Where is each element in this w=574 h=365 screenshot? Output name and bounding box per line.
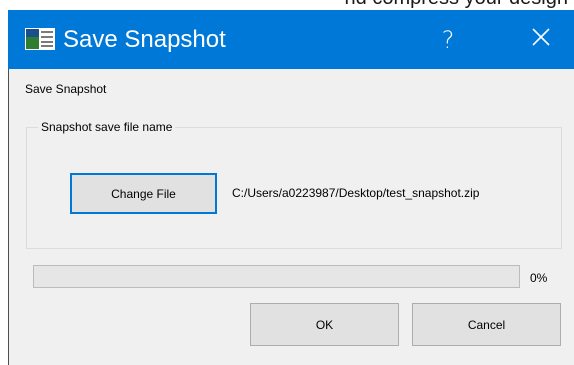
progress-bar xyxy=(33,265,520,288)
cancel-button[interactable]: Cancel xyxy=(412,303,561,346)
close-icon xyxy=(531,27,551,52)
groupbox-legend: Snapshot save file name xyxy=(38,120,176,134)
background-window-text: nd compress your design xyxy=(345,0,568,10)
close-button[interactable] xyxy=(511,10,571,69)
change-file-button[interactable]: Change File xyxy=(70,173,217,214)
window-border xyxy=(8,69,9,365)
help-button[interactable]: ? xyxy=(418,10,478,69)
window-app-icon xyxy=(25,28,55,50)
title-bar[interactable]: Save Snapshot ? xyxy=(8,10,574,69)
dialog-title: Save Snapshot xyxy=(63,26,226,53)
ok-button[interactable]: OK xyxy=(250,303,399,346)
background-window-strip: nd compress your design xyxy=(0,0,574,10)
dialog-heading: Save Snapshot xyxy=(25,82,107,96)
file-path-label: C:/Users/a0223987/Desktop/test_snapshot.… xyxy=(232,186,480,200)
help-icon: ? xyxy=(441,25,455,54)
progress-percent: 0% xyxy=(530,271,548,285)
